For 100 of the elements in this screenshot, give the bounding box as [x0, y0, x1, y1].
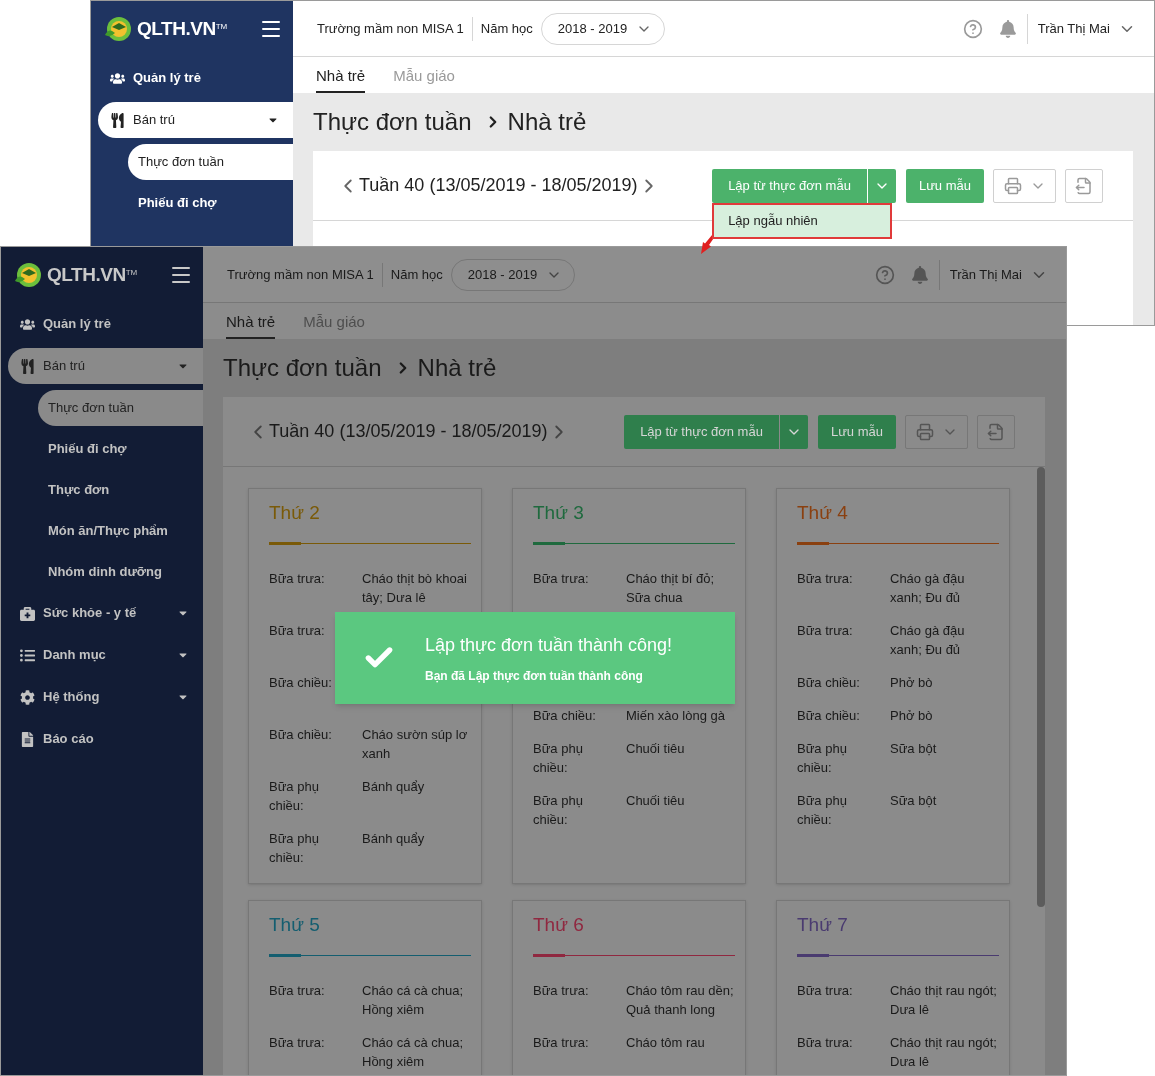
user-name[interactable]: Trần Thị Mai — [1037, 18, 1110, 39]
logo-text: QLTH.VN — [137, 16, 216, 41]
meal-dish: Cháo thịt rau ngót; Dưa lê — [890, 1034, 998, 1071]
week-range: Tuần 40 (13/05/2019 - 18/05/2019) — [359, 174, 638, 197]
meal-label: Bữa trưa: — [797, 570, 854, 588]
sidebar-subitem[interactable]: Nhóm dinh dưỡng — [38, 553, 203, 590]
day-title: Thứ 7 — [797, 913, 849, 937]
sidebar-subitem[interactable]: Phiếu đi chợ — [128, 184, 293, 221]
breadcrumb[interactable]: Nhà trẻ — [417, 350, 497, 386]
meal-dish: Cháo tôm rau — [626, 1034, 706, 1052]
week-range: Tuần 40 (13/05/2019 - 18/05/2019) — [269, 420, 548, 443]
meal-label: Bữa chiều: — [797, 707, 861, 725]
meal-dish: Cháo sườn súp lơ xanh — [362, 726, 469, 763]
year-label: Năm học — [480, 19, 533, 38]
meal-dish: Phở bò — [890, 674, 934, 692]
meal-label: Bữa chiều: — [269, 674, 333, 692]
day-title: Thứ 2 — [269, 501, 321, 525]
meal-dish: Sữa bột — [890, 740, 938, 758]
medical-kit-icon — [20, 605, 35, 621]
list-icon — [20, 647, 35, 663]
bell-icon[interactable] — [910, 265, 929, 284]
meal-label: Bữa trưa: — [533, 1034, 590, 1052]
meal-label: Bữa phụ chiều: — [533, 792, 584, 829]
meal-label: Bữa chiều: — [269, 726, 333, 744]
meal-dish: Cháo thịt bò khoai tây; Dưa lê — [362, 570, 468, 607]
logo-icon — [103, 15, 133, 43]
bell-icon[interactable] — [998, 19, 1017, 38]
meal-dish: Bánh quẩy — [362, 778, 426, 796]
trademark-mark: TM — [215, 20, 228, 31]
day-title: Thứ 4 — [797, 501, 849, 525]
menu-item[interactable]: Lập ngẫu nhiên — [714, 204, 891, 237]
day-title: Thứ 6 — [533, 913, 585, 937]
fork-knife-icon — [20, 358, 35, 374]
meal-dish: Bánh quẩy — [362, 830, 426, 848]
scrollbar[interactable] — [1037, 467, 1045, 907]
dropdown-toggle[interactable] — [779, 414, 808, 449]
meal-dish: Sữa bột — [890, 792, 938, 810]
sidebar-item[interactable]: Bán trú — [8, 348, 203, 384]
sidebar-item[interactable]: Hệ thống — [8, 679, 203, 715]
sidebar-subitem[interactable]: Thực đơn — [38, 471, 203, 508]
meal-dish: Phở bò — [890, 707, 934, 725]
sidebar-item[interactable]: Bán trú — [98, 102, 293, 138]
print-button[interactable] — [905, 414, 968, 449]
sidebar-item[interactable]: Quản lý trẻ — [98, 60, 293, 96]
meal-dish: Miến xào lòng gà — [626, 707, 726, 725]
export-button[interactable] — [977, 414, 1015, 449]
sidebar-item[interactable]: Quản lý trẻ — [8, 306, 203, 342]
meal-label: Bữa phụ chiều: — [797, 740, 848, 777]
meal-label: Bữa trưa: — [797, 1034, 854, 1052]
meal-label: Bữa trưa: — [797, 982, 854, 1000]
meal-label: Bữa phụ chiều: — [269, 830, 320, 867]
meal-label: Bữa phụ chiều: — [533, 740, 584, 777]
meal-label: Bữa trưa: — [269, 570, 326, 588]
meal-dish: Cháo tôm rau dền; Quả thanh long — [626, 982, 735, 1019]
meal-label: Bữa trưa: — [269, 1034, 326, 1052]
sidebar-item[interactable]: Danh mục — [8, 637, 203, 673]
meal-label: Bữa trưa: — [533, 570, 590, 588]
printer-icon — [915, 422, 934, 441]
sidebar-item[interactable]: Sức khỏe - y tế — [8, 595, 203, 631]
sidebar-subitem[interactable]: Thực đơn tuần — [128, 143, 293, 180]
export-icon — [987, 422, 1005, 441]
export-icon — [1075, 176, 1093, 195]
sidebar-subitem[interactable]: Thực đơn tuần — [38, 389, 203, 426]
settings-icon — [20, 689, 35, 705]
logo-icon — [13, 261, 43, 289]
sidebar-subitem[interactable]: Món ăn/Thực phẩm — [38, 512, 203, 549]
meal-label: Bữa trưa: — [533, 982, 590, 1000]
meal-dish: Cháo cá cà chua; Hồng xiêm — [362, 982, 465, 1019]
logo-text: QLTH.VN — [47, 262, 126, 287]
meal-label: Bữa trưa: — [269, 982, 326, 1000]
page-title: Thực đơn tuần — [313, 107, 472, 137]
school-name: Trường mầm non MISA 1 — [317, 19, 464, 38]
document-icon — [20, 731, 35, 747]
meal-dish: Chuối tiêu — [626, 740, 686, 758]
meal-label: Bữa trưa: — [269, 622, 326, 640]
dropdown-toggle[interactable] — [867, 168, 896, 203]
meal-label: Bữa chiều: — [533, 707, 597, 725]
sidebar-item[interactable]: Báo cáo — [8, 721, 203, 757]
sidebar-subitem[interactable]: Phiếu đi chợ — [38, 430, 203, 467]
school-name: Trường mầm non MISA 1 — [227, 265, 374, 284]
page-title: Thực đơn tuần — [223, 353, 382, 383]
meal-label: Bữa phụ chiều: — [269, 778, 320, 815]
toast-message: Bạn đã Lập thực đơn tuần thành công — [425, 667, 644, 685]
printer-icon — [1003, 176, 1022, 195]
meal-dish: Cháo cá cà chua; Hồng xiêm — [362, 1034, 465, 1071]
breadcrumb[interactable]: Nhà trẻ — [507, 104, 587, 140]
meal-label: Bữa trưa: — [797, 622, 854, 640]
help-icon[interactable] — [962, 18, 983, 39]
meal-dish: Cháo gà đậu xanh; Đu đủ — [890, 622, 966, 659]
users-icon — [110, 70, 125, 86]
meal-label: Bữa phụ chiều: — [797, 792, 848, 829]
meal-label: Bữa chiều: — [797, 674, 861, 692]
users-icon — [20, 316, 35, 332]
user-name[interactable]: Trần Thị Mai — [949, 264, 1022, 285]
meal-dish: Cháo thịt rau ngót; Dưa lê — [890, 982, 998, 1019]
trademark-mark: TM — [125, 266, 138, 277]
help-icon[interactable] — [874, 264, 895, 285]
fork-knife-icon — [110, 112, 125, 128]
meal-dish: Cháo gà đậu xanh; Đu đủ — [890, 570, 966, 607]
day-title: Thứ 3 — [533, 501, 585, 525]
